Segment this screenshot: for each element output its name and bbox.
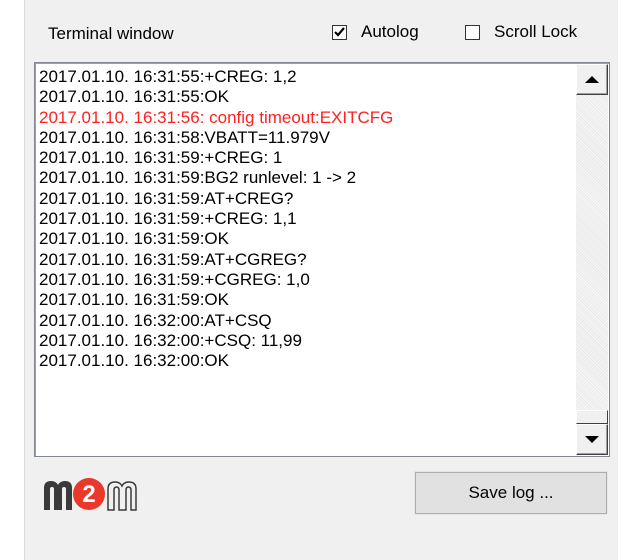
scroll-down-button[interactable] (576, 424, 608, 455)
terminal-line: 2017.01.10. 16:31:59:+CREG: 1 (39, 148, 283, 168)
autolog-label: Autolog (361, 22, 419, 41)
save-log-button[interactable]: Save log ... (414, 471, 608, 515)
scroll-lock-checkbox[interactable]: Scroll Lock (465, 22, 577, 42)
scroll-lock-checkbox-box[interactable] (465, 24, 480, 40)
svg-text:2: 2 (82, 481, 95, 508)
terminal-line: 2017.01.10. 16:32:00:AT+CSQ (39, 310, 272, 330)
terminal-line: 2017.01.10. 16:31:59:AT+CREG? (39, 188, 294, 208)
panel-title: Terminal window (48, 24, 174, 43)
terminal-line: 2017.01.10. 16:31:59:+CREG: 1,1 (39, 209, 297, 229)
window-left-border (0, 0, 24, 560)
terminal-line: 2017.01.10. 16:31:59:OK (39, 290, 229, 310)
arrow-down-icon (585, 436, 599, 443)
arrow-up-icon (585, 76, 599, 83)
terminal-line: 2017.01.10. 16:31:59:BG2 runlevel: 1 -> … (39, 168, 357, 188)
scroll-up-button[interactable] (576, 64, 608, 95)
autolog-checkbox-box[interactable] (332, 24, 347, 40)
terminal-line: 2017.01.10. 16:31:55:+CREG: 1,2 (39, 67, 297, 86)
scrollbar-thumb[interactable] (576, 410, 608, 424)
terminal-line: 2017.01.10. 16:31:59:+CGREG: 1,0 (39, 269, 310, 289)
scroll-lock-label: Scroll Lock (494, 22, 578, 41)
terminal-lines: 2017.01.10. 16:31:55:+CREG: 1,2 2017.01.1… (39, 67, 575, 454)
autolog-checkbox[interactable]: Autolog (332, 22, 419, 42)
vertical-scrollbar[interactable] (576, 64, 608, 455)
terminal-line-error: 2017.01.10. 16:31:56: config timeout:EXI… (39, 107, 394, 127)
terminal-log-box[interactable]: 2017.01.10. 16:31:55:+CREG: 1,2 2017.01.1… (34, 62, 610, 457)
terminal-line: 2017.01.10. 16:31:59:AT+CGREG? (39, 249, 307, 269)
terminal-line: 2017.01.10. 16:31:55:OK (39, 87, 229, 107)
terminal-line: 2017.01.10. 16:32:00:OK (39, 351, 229, 371)
window-left-border-line (24, 0, 25, 560)
checkmark-icon (334, 27, 345, 37)
terminal-line: 2017.01.10. 16:32:00:+CSQ: 11,99 (39, 330, 302, 350)
terminal-line: 2017.01.10. 16:31:59:OK (39, 229, 229, 249)
m2m-logo: 2 (44, 478, 137, 511)
terminal-line: 2017.01.10. 16:31:58:VBATT=11.979V (39, 127, 330, 147)
window-right-border (618, 0, 622, 560)
